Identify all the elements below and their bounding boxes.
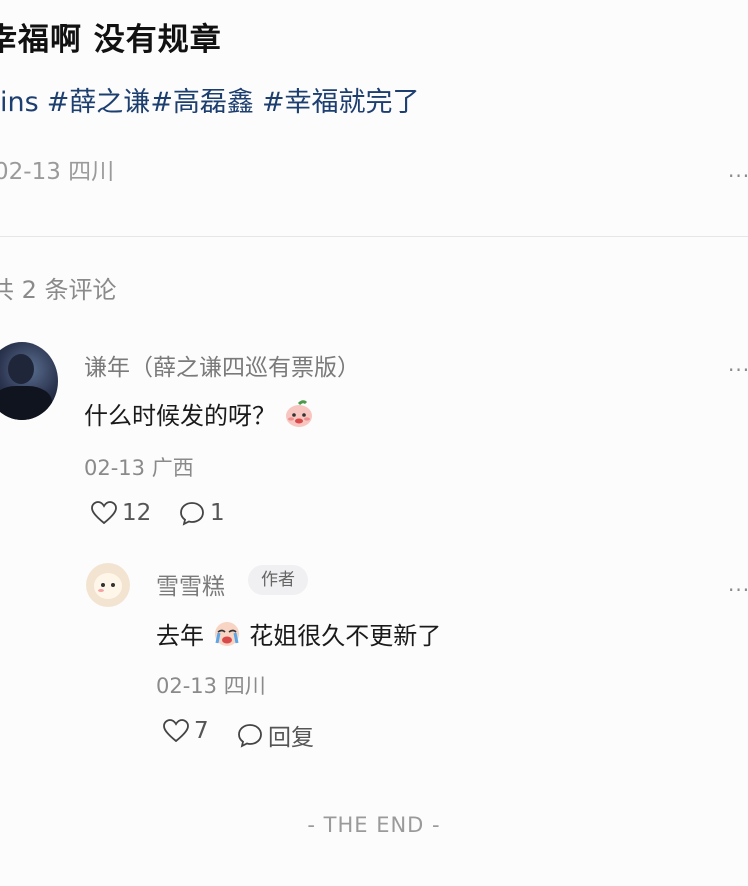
- comment-content: 什么时候发的呀？: [84, 396, 314, 435]
- reply-avatar[interactable]: [86, 563, 130, 607]
- tag-gaoleixin[interactable]: #高磊鑫: [150, 87, 254, 118]
- avatar[interactable]: [0, 342, 58, 420]
- comment-author-name[interactable]: 谦年（薛之谦四巡有票版）: [84, 348, 360, 382]
- post-title: 幸福啊 没有规章: [0, 22, 222, 58]
- reply-author-name[interactable]: 雪雪糕: [156, 567, 225, 601]
- comment-meta: 02-13 广西: [84, 456, 194, 480]
- tag-xuezhiqian[interactable]: #薛之谦: [47, 87, 151, 118]
- reply-count: 1: [210, 500, 225, 526]
- heart-icon: [91, 501, 117, 525]
- reply-button[interactable]: 回复: [236, 718, 314, 752]
- reply-button-label: 回复: [268, 725, 314, 751]
- post-tags: ins #薛之谦#高磊鑫 #幸福就完了: [0, 80, 428, 119]
- reply-count-button[interactable]: 1: [178, 500, 225, 526]
- tag-xingfu[interactable]: #幸福就完了: [262, 87, 420, 118]
- reply-meta: 02-13 四川: [156, 674, 266, 698]
- peach-emoji-icon: [284, 399, 314, 435]
- like-count: 12: [122, 500, 152, 526]
- reply-text-after: 花姐很久不更新了: [249, 622, 442, 650]
- post-more-icon[interactable]: ...: [728, 158, 748, 182]
- reply-more-icon[interactable]: ...: [728, 572, 748, 596]
- reply-content: 去年 花姐很久不更新了: [156, 616, 441, 655]
- comment-bubble-icon: [238, 724, 262, 748]
- comment-text: 什么时候发的呀？: [84, 402, 276, 430]
- comment-more-icon[interactable]: ...: [728, 352, 748, 376]
- post-meta: 02-13 四川: [0, 159, 115, 185]
- comment-count: 共 2 条评论: [0, 276, 117, 304]
- reply-text-before: 去年: [156, 622, 204, 650]
- crying-face-icon: [212, 619, 242, 655]
- author-badge: 作者: [248, 565, 308, 595]
- end-marker: - THE END -: [307, 813, 441, 837]
- reply-like-button[interactable]: 7: [162, 718, 209, 744]
- reply-like-count: 7: [194, 718, 209, 744]
- tag-ins[interactable]: ins: [0, 87, 39, 118]
- like-button[interactable]: 12: [90, 500, 151, 526]
- heart-icon: [163, 719, 189, 743]
- comment-bubble-icon: [180, 502, 204, 526]
- divider: [0, 236, 748, 237]
